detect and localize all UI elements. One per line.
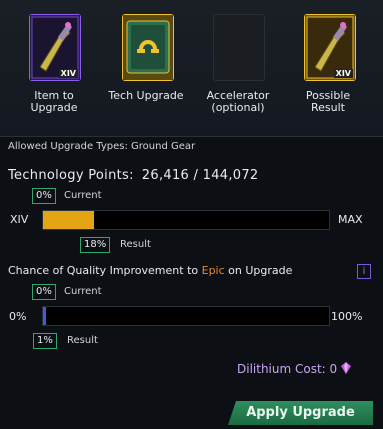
result-slot[interactable]: XIV [304,14,356,81]
apply-upgrade-button[interactable]: Apply Upgrade [228,401,373,425]
tier-badge: XIV [58,69,78,78]
tech-points-progress-fill [43,211,95,229]
item-slot-label: Item to Upgrade [30,89,78,114]
allowed-upgrade-types: Allowed Upgrade Types: Ground Gear [8,141,196,152]
quality-progress-fill [43,307,46,325]
tech-upgrade-icon [123,15,173,80]
dilithium-cost-value: 0 [329,362,338,376]
technology-points-label: Technology Points: [8,168,134,183]
quality-suffix: on Upgrade [224,264,293,277]
tier-badge: XIV [333,69,353,78]
quality-prefix: Chance of Quality Improvement to [8,264,202,277]
item-slot[interactable]: XIV [29,14,81,81]
info-button[interactable]: i [357,264,371,279]
quality-min-label: 0% [9,310,27,323]
tech-upgrade-slot-label: Tech Upgrade [108,89,184,102]
dilithium-icon [341,362,352,374]
tp-max-label: MAX [338,213,363,226]
tp-result-pct: 18% [80,237,111,253]
dilithium-cost: Dilithium Cost: 0 [237,362,352,376]
quality-progress-bar [42,306,330,326]
accelerator-slot-label: Accelerator (optional) [206,89,270,114]
quality-result-label: Result [67,335,98,346]
quality-result-pct: 1% [33,333,57,349]
tp-current-label: Current [64,190,102,201]
tp-min-label: XIV [10,213,29,226]
tp-current-pct: 0% [32,188,56,204]
result-slot-label: Possible Result [305,89,351,114]
dilithium-cost-label: Dilithium Cost: [237,362,326,376]
technology-points: Technology Points: 26,416 / 144,072 [8,168,259,183]
quality-max-label: 100% [331,310,363,323]
accelerator-slot[interactable] [213,14,265,81]
tp-result-label: Result [120,239,151,250]
technology-points-value: 26,416 / 144,072 [141,168,259,183]
quality-current-pct: 0% [32,284,56,300]
tech-points-progress-bar [42,210,330,230]
quality-rarity: Epic [201,264,225,277]
quality-current-label: Current [64,286,102,297]
tech-upgrade-slot[interactable] [122,14,174,81]
quality-improvement-text: Chance of Quality Improvement to Epic on… [8,264,292,277]
